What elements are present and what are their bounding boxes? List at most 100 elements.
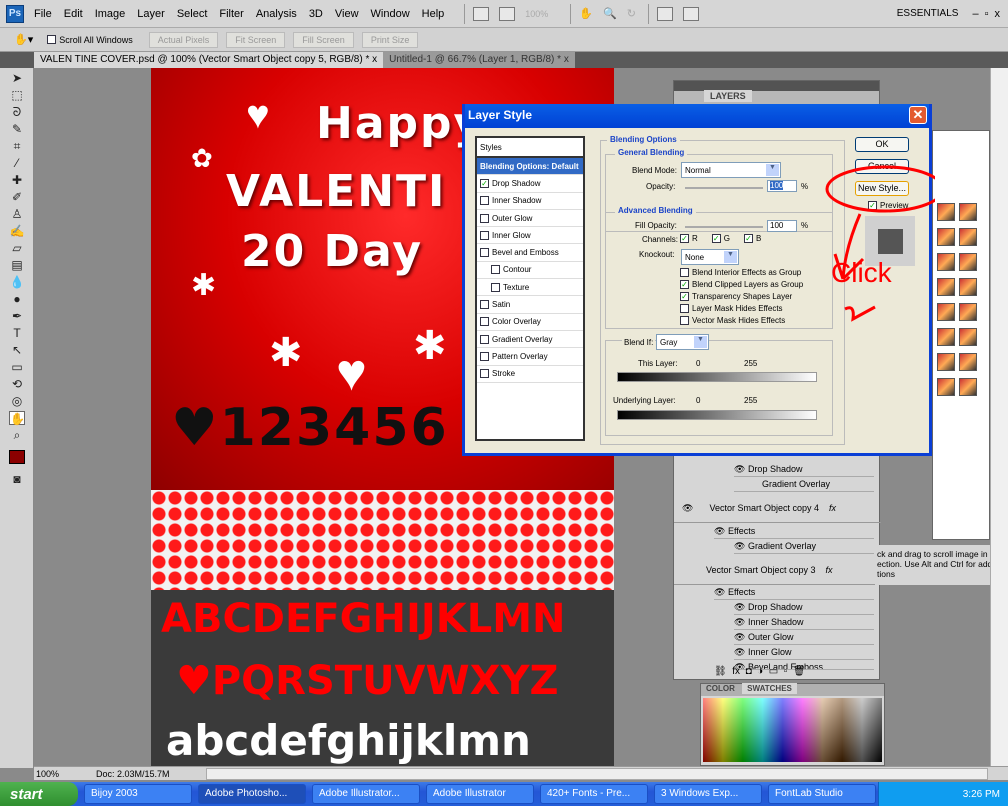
- style-item[interactable]: Satin: [477, 296, 583, 314]
- history-brush-tool-icon[interactable]: ✍: [9, 224, 25, 238]
- channel-r-checkbox[interactable]: ✓: [680, 234, 689, 243]
- eraser-tool-icon[interactable]: ▱: [9, 241, 25, 255]
- style-item[interactable]: Texture: [477, 279, 583, 297]
- foreground-color-swatch[interactable]: [9, 450, 25, 464]
- menu-filter[interactable]: Filter: [219, 8, 243, 20]
- hand-icon[interactable]: ✋: [579, 7, 593, 20]
- close-tab-icon[interactable]: x: [564, 54, 569, 65]
- fill-screen-button[interactable]: Fill Screen: [293, 31, 354, 48]
- status-zoom[interactable]: 100%: [36, 769, 66, 779]
- opacity-input[interactable]: 100: [767, 180, 797, 192]
- style-checkbox[interactable]: [480, 300, 489, 310]
- actual-pixels-button[interactable]: Actual Pixels: [148, 31, 219, 48]
- style-item[interactable]: Color Overlay: [477, 314, 583, 331]
- style-checkbox[interactable]: [480, 369, 489, 379]
- bridge-icon[interactable]: [473, 6, 490, 21]
- style-item[interactable]: Inner Glow: [477, 227, 583, 245]
- crop-tool-icon[interactable]: ⌗: [9, 139, 25, 153]
- tab-color[interactable]: COLOR: [701, 683, 740, 694]
- horizontal-scrollbar[interactable]: [206, 767, 988, 780]
- menu-view[interactable]: View: [335, 8, 359, 20]
- dodge-tool-icon[interactable]: ●: [9, 292, 25, 306]
- swatches-grid[interactable]: [703, 698, 882, 762]
- fit-screen-button[interactable]: Fit Screen: [226, 31, 286, 48]
- style-checkbox[interactable]: [480, 230, 489, 240]
- opacity-slider[interactable]: [685, 187, 763, 189]
- scroll-all-windows-checkbox[interactable]: [47, 35, 57, 44]
- advanced-option[interactable]: Vector Mask Hides Effects: [680, 314, 803, 326]
- layer-effect[interactable]: Gradient Overlay: [734, 477, 874, 492]
- layer-row[interactable]: 👁 Vector Smart Object copy 4 fx: [674, 493, 881, 523]
- eyedropper-tool-icon[interactable]: ⁄: [9, 156, 25, 170]
- style-item[interactable]: Gradient Overlay: [477, 331, 583, 349]
- lasso-tool-icon[interactable]: ᘐ: [9, 105, 25, 119]
- style-item[interactable]: ✓ Drop Shadow: [477, 175, 583, 193]
- advanced-option[interactable]: ✓ Transparency Shapes Layer: [680, 290, 803, 302]
- style-item[interactable]: Blending Options: Default: [477, 158, 583, 176]
- style-checkbox[interactable]: [480, 334, 489, 344]
- taskbar-item[interactable]: Adobe Illustrator: [426, 784, 534, 804]
- taskbar-item[interactable]: 3 Windows Exp...: [654, 784, 762, 804]
- status-doc-size[interactable]: Doc: 2.03M/15.7M: [96, 769, 186, 779]
- 3d-orbit-tool-icon[interactable]: ◎: [9, 394, 25, 408]
- blend-mode-select[interactable]: Normal ▼: [681, 162, 781, 178]
- style-item[interactable]: Bevel and Emboss: [477, 244, 583, 262]
- menu-image[interactable]: Image: [95, 8, 126, 20]
- taskbar-item[interactable]: FontLab Studio: [768, 784, 876, 804]
- option-checkbox[interactable]: [680, 267, 689, 277]
- rotate-icon[interactable]: ↻: [627, 7, 636, 20]
- blend-if-select[interactable]: Gray ▼: [656, 334, 709, 350]
- style-checkbox[interactable]: ✓: [480, 178, 489, 188]
- print-size-button[interactable]: Print Size: [361, 31, 419, 48]
- style-checkbox[interactable]: [491, 282, 500, 292]
- option-checkbox[interactable]: [680, 315, 689, 325]
- style-item[interactable]: Outer Glow: [477, 210, 583, 228]
- arrange-documents-icon[interactable]: [656, 6, 673, 21]
- style-item[interactable]: Inner Shadow: [477, 193, 583, 210]
- layer-effect[interactable]: 👁 Inner Glow: [734, 645, 874, 660]
- 3d-rotate-tool-icon[interactable]: ⟲: [9, 377, 25, 391]
- minimize-button[interactable]: –: [972, 8, 978, 20]
- layer-panel-buttons[interactable]: ⛓ fx ◘ ◑ ▭ ▫ 🗑: [714, 666, 806, 677]
- menu-analysis[interactable]: Analysis: [256, 8, 297, 20]
- quick-select-tool-icon[interactable]: ✎: [9, 122, 25, 136]
- taskbar-item[interactable]: 420+ Fonts - Pre...: [540, 784, 648, 804]
- style-item[interactable]: Stroke: [477, 366, 583, 383]
- taskbar-item[interactable]: Bijoy 2003: [84, 784, 192, 804]
- screen-mode-icon[interactable]: [682, 6, 699, 21]
- shape-tool-icon[interactable]: ▭: [9, 360, 25, 374]
- ok-button[interactable]: OK: [855, 137, 909, 152]
- layer-row[interactable]: Vector Smart Object copy 3 fx: [674, 555, 881, 585]
- view-extras-icon[interactable]: [499, 6, 516, 21]
- styles-header[interactable]: Styles: [477, 138, 583, 158]
- fill-opacity-slider[interactable]: [685, 226, 763, 228]
- layer-effect[interactable]: 👁 Inner Shadow: [734, 615, 874, 630]
- vertical-scrollbar[interactable]: [990, 68, 1008, 766]
- gradient-tool-icon[interactable]: ▤: [9, 258, 25, 272]
- zoom-tool-icon[interactable]: ⌕: [9, 428, 25, 442]
- menu-edit[interactable]: Edit: [64, 8, 83, 20]
- close-tab-icon[interactable]: x: [372, 54, 377, 65]
- layer-effects[interactable]: 👁 Effects: [714, 524, 874, 539]
- zoom-level[interactable]: 100%: [525, 9, 548, 19]
- layer-effect[interactable]: 👁 Outer Glow: [734, 630, 874, 645]
- tab-layers[interactable]: LAYERS: [704, 90, 752, 102]
- type-tool-icon[interactable]: T: [9, 326, 25, 340]
- style-checkbox[interactable]: [480, 213, 489, 223]
- quick-mask-icon[interactable]: ◙: [9, 472, 25, 486]
- start-button[interactable]: start: [0, 782, 78, 806]
- tab-valentine-cover[interactable]: VALEN TINE COVER.psd @ 100% (Vector Smar…: [34, 52, 384, 68]
- channel-b-checkbox[interactable]: ✓: [744, 234, 754, 243]
- path-selection-tool-icon[interactable]: ↖: [9, 343, 25, 357]
- hand-tool-icon[interactable]: ✋▾: [14, 33, 33, 46]
- option-checkbox[interactable]: ✓: [680, 291, 689, 301]
- taskbar-item[interactable]: Adobe Illustrator...: [312, 784, 420, 804]
- tab-swatches[interactable]: SWATCHES: [742, 683, 797, 694]
- style-checkbox[interactable]: [480, 248, 489, 258]
- menu-file[interactable]: File: [34, 8, 52, 20]
- menu-layer[interactable]: Layer: [137, 8, 165, 20]
- layer-effect[interactable]: 👁 Drop Shadow: [734, 600, 874, 615]
- menu-select[interactable]: Select: [177, 8, 208, 20]
- style-item[interactable]: Pattern Overlay: [477, 348, 583, 366]
- healing-brush-tool-icon[interactable]: ✚: [9, 173, 25, 187]
